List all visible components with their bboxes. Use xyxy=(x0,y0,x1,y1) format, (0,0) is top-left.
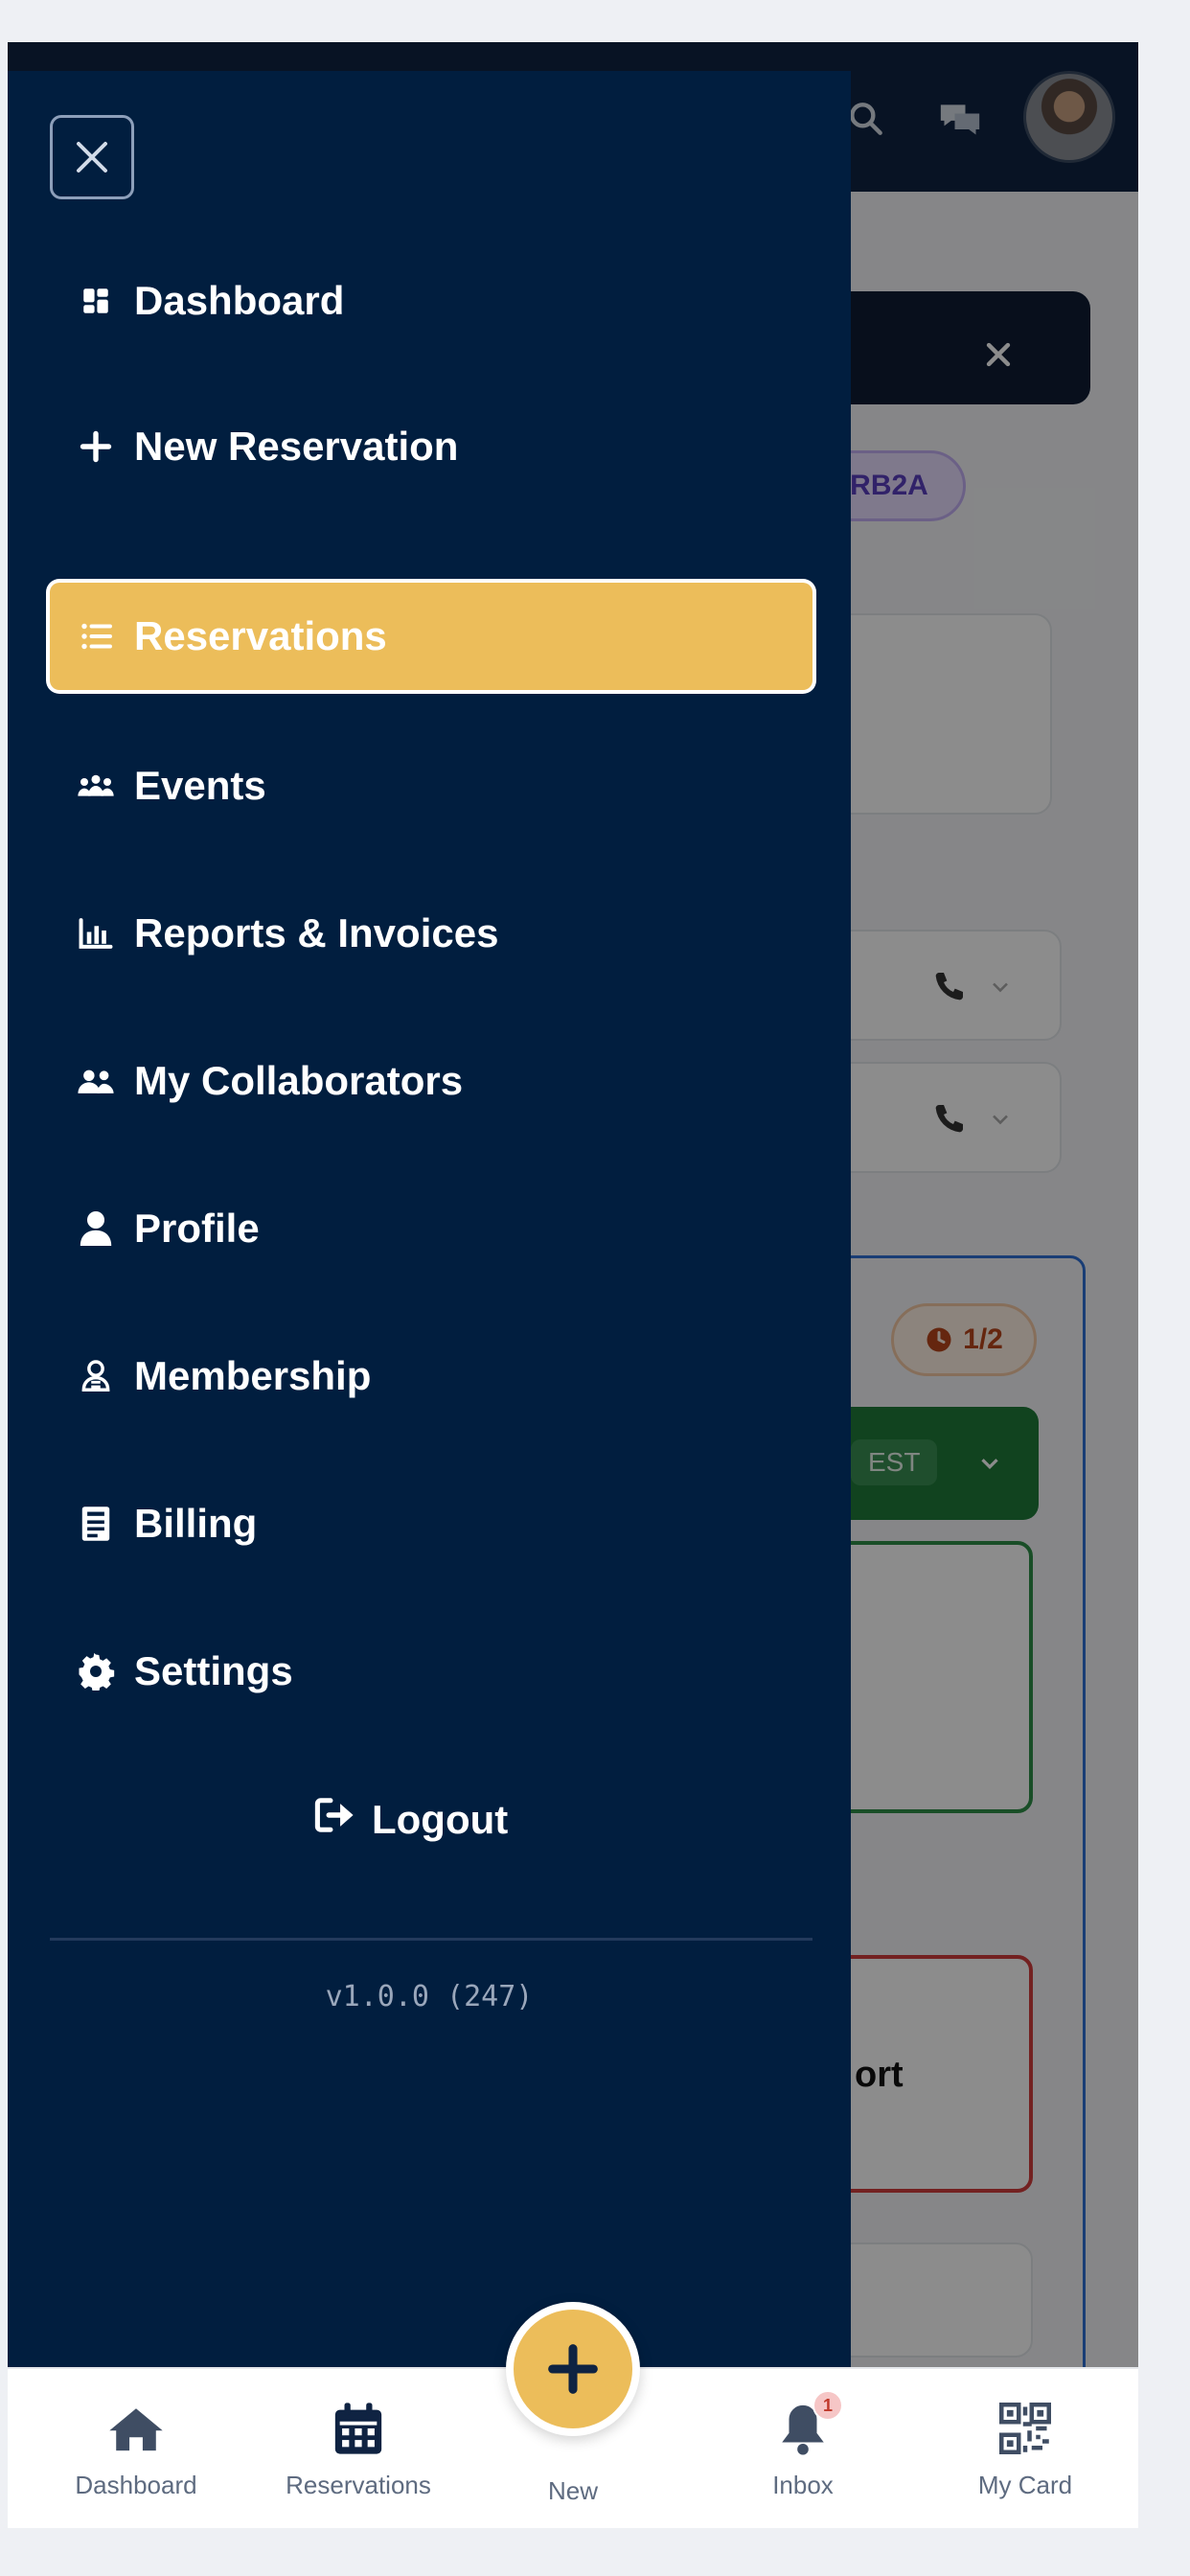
chart-icon xyxy=(71,908,121,958)
nav-item-label: Membership xyxy=(134,1353,372,1398)
gear-icon xyxy=(71,1646,121,1696)
tab-reservations[interactable]: Reservations xyxy=(245,2369,471,2528)
logout-button[interactable]: Logout xyxy=(314,1777,508,1863)
nav-item-new-reservation[interactable]: New Reservation xyxy=(50,393,812,500)
nav-item-events[interactable]: Events xyxy=(50,732,812,840)
nav-item-membership[interactable]: Membership xyxy=(50,1322,812,1430)
nav-item-label: Reports & Invoices xyxy=(134,910,499,955)
nav-item-reservations[interactable]: Reservations xyxy=(50,583,812,690)
list-icon xyxy=(71,611,121,661)
tab-my-card[interactable]: My Card xyxy=(912,2369,1138,2528)
nav-item-reports-invoices[interactable]: Reports & Invoices xyxy=(50,880,812,987)
tab-label: Reservations xyxy=(286,2471,431,2499)
nav-item-my-collaborators[interactable]: My Collaborators xyxy=(50,1027,812,1135)
group-icon xyxy=(71,761,121,811)
logout-icon xyxy=(314,1796,356,1844)
nav-item-label: Reservations xyxy=(134,613,387,658)
nav-item-label: Events xyxy=(134,763,266,808)
tab-dashboard[interactable]: Dashboard xyxy=(23,2369,249,2528)
nav-item-billing[interactable]: Billing xyxy=(50,1470,812,1577)
home-icon xyxy=(105,2398,167,2459)
tab-label: Inbox xyxy=(772,2471,834,2499)
nav-item-profile[interactable]: Profile xyxy=(50,1175,812,1282)
qr-icon xyxy=(995,2398,1056,2459)
tab-label-new: New xyxy=(547,2476,598,2505)
nav-item-label: New Reservation xyxy=(134,424,459,469)
receipt-icon xyxy=(71,1499,121,1549)
calendar-icon xyxy=(328,2398,389,2459)
users-icon xyxy=(71,1056,121,1106)
plus-icon xyxy=(71,422,121,472)
app-version: v1.0.0 (247) xyxy=(325,1980,534,2013)
tab-label: My Card xyxy=(977,2471,1073,2499)
nav-item-label: Profile xyxy=(134,1206,260,1251)
nav-item-label: Billing xyxy=(134,1501,258,1546)
nav-item-label: Settings xyxy=(134,1648,293,1693)
membership-icon xyxy=(71,1351,121,1401)
close-drawer-button[interactable] xyxy=(50,115,134,199)
nav-item-label: My Collaborators xyxy=(134,1058,464,1103)
logout-label: Logout xyxy=(372,1797,509,1842)
tab-inbox[interactable]: 1 Inbox xyxy=(690,2369,916,2528)
notification-badge: 1 xyxy=(812,2390,843,2421)
new-reservation-fab[interactable] xyxy=(506,2302,640,2436)
side-drawer: Dashboard New Reservation Reservations E… xyxy=(8,71,851,2367)
plus-icon xyxy=(548,2344,598,2394)
nav-item-dashboard[interactable]: Dashboard xyxy=(50,247,812,355)
nav-item-label: Dashboard xyxy=(134,278,345,323)
close-icon xyxy=(77,142,107,172)
app-frame: RB2A 1/2 EST ort Dashboard New Reservati… xyxy=(8,42,1138,2528)
tab-label: Dashboard xyxy=(75,2471,197,2499)
bell-icon: 1 xyxy=(772,2390,843,2459)
nav-item-settings[interactable]: Settings xyxy=(50,1618,812,1725)
user-icon xyxy=(71,1204,121,1254)
dashboard-grid-icon xyxy=(71,276,121,326)
divider xyxy=(50,1938,812,1941)
